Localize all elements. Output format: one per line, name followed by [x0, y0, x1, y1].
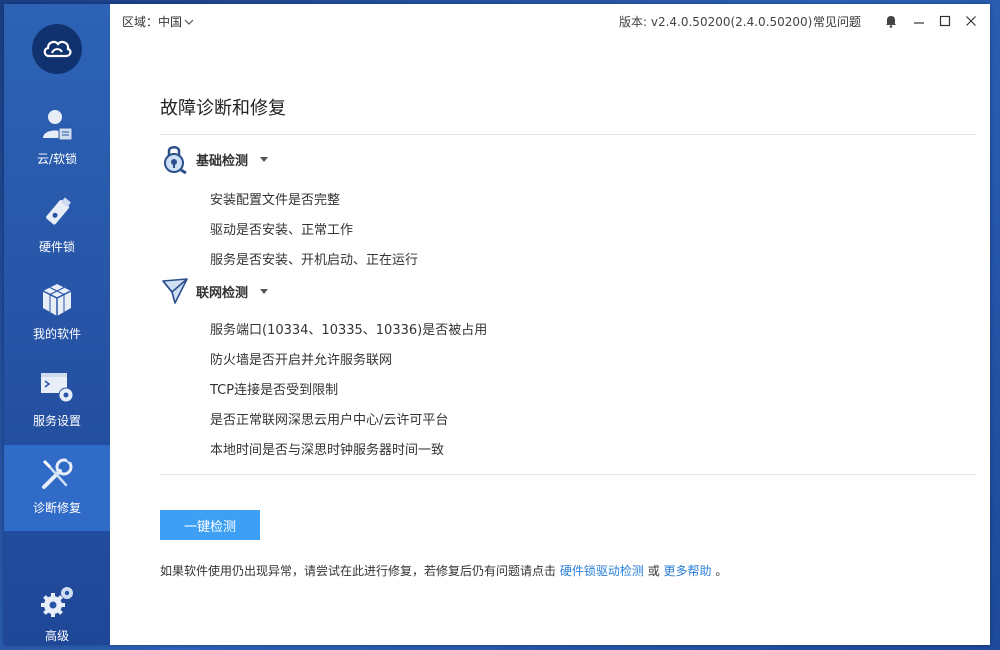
- sidebar-item-cloud-lock[interactable]: 云/软锁: [4, 96, 110, 182]
- sidebar-item-label: 我的软件: [32, 327, 81, 341]
- user-card-icon: [38, 106, 76, 144]
- check-item: 安装配置文件是否完整: [210, 193, 341, 208]
- title-bar: 区域：中国 版本: v2.4.0.50200(2.4.0.50200) 常见问题: [110, 4, 990, 38]
- usb-key-icon: [38, 194, 76, 232]
- sidebar-item-label: 硬件锁: [38, 240, 75, 254]
- sidebar-item-diagnose-repair[interactable]: 诊断修复: [4, 445, 110, 531]
- check-item: 服务端口(10334、10335、10336)是否被占用: [210, 323, 488, 338]
- sidebar-item-label: 服务设置: [32, 414, 81, 428]
- sidebar-item-label: 云/软锁: [36, 152, 78, 166]
- chevron-down-icon: [184, 15, 194, 29]
- region-selector[interactable]: 区域：中国: [122, 13, 194, 30]
- page-title: 故障诊断和修复: [160, 98, 286, 119]
- check-item: 防火墙是否开启并允许服务联网: [210, 353, 393, 368]
- main-panel: 故障诊断和修复 基础检测 安装配置文件是否完整 驱动是否安装、正常工作 服务是否…: [110, 38, 990, 645]
- paper-plane-icon: [160, 276, 190, 306]
- caret-down-icon[interactable]: [260, 156, 269, 162]
- sidebar-item-label: 高级: [44, 629, 69, 643]
- section-title: 基础检测: [196, 153, 249, 169]
- footer-prefix: 如果软件使用仍出现异常，请尝试在此进行修复，若修复后仍有问题请点击: [160, 564, 557, 578]
- footer-suffix: 。: [715, 564, 728, 578]
- check-item: 服务是否安装、开机启动、正在运行: [210, 253, 419, 268]
- more-help-link[interactable]: 更多帮助: [664, 564, 712, 578]
- section-basic-check: 基础检测: [160, 144, 269, 174]
- footer-middle: 或: [647, 564, 660, 578]
- faq-link[interactable]: 常见问题: [813, 13, 861, 30]
- tools-icon: [38, 455, 76, 493]
- caret-down-icon[interactable]: [260, 288, 269, 294]
- bell-icon[interactable]: [882, 12, 900, 30]
- sidebar-item-advanced[interactable]: 高级: [4, 573, 110, 645]
- section-title: 联网检测: [196, 285, 249, 301]
- footer-help-text: 如果软件使用仍出现异常，请尝试在此进行修复，若修复后仍有问题请点击 硬件锁驱动检…: [160, 562, 727, 579]
- sidebar-item-my-software[interactable]: 我的软件: [4, 271, 110, 357]
- sidebar-item-label: 诊断修复: [32, 501, 81, 515]
- check-item: 本地时间是否与深思时钟服务器时间一致: [210, 443, 445, 458]
- check-item: TCP连接是否受到限制: [210, 383, 339, 398]
- section-network-check: 联网检测: [160, 276, 269, 306]
- app-window: 云/软锁 硬件锁 我的软件 服务设置 诊断修复 高级 区域：中国 版本: v2.…: [4, 4, 990, 645]
- cubes-icon: [38, 281, 76, 319]
- divider: [160, 134, 976, 135]
- check-item: 驱动是否安装、正常工作: [210, 223, 354, 238]
- maximize-icon[interactable]: [936, 12, 954, 30]
- sidebar: 云/软锁 硬件锁 我的软件 服务设置 诊断修复 高级: [4, 4, 110, 645]
- minimize-icon[interactable]: [910, 12, 928, 30]
- divider: [160, 474, 976, 475]
- cloud-logo-icon: [32, 24, 82, 74]
- terminal-gear-icon: [38, 368, 76, 406]
- sidebar-item-hardware-lock[interactable]: 硬件锁: [4, 184, 110, 270]
- region-label: 区域：中国: [122, 15, 183, 29]
- one-click-check-button[interactable]: 一键检测: [160, 510, 260, 540]
- gears-icon: [38, 583, 76, 621]
- close-icon[interactable]: [962, 12, 980, 30]
- sidebar-item-service-settings[interactable]: 服务设置: [4, 358, 110, 444]
- lock-search-icon: [160, 144, 190, 174]
- hardware-lock-driver-check-link[interactable]: 硬件锁驱动检测: [560, 564, 644, 578]
- version-label: 版本: v2.4.0.50200(2.4.0.50200): [619, 15, 813, 29]
- check-item: 是否正常联网深思云用户中心/云许可平台: [210, 413, 449, 428]
